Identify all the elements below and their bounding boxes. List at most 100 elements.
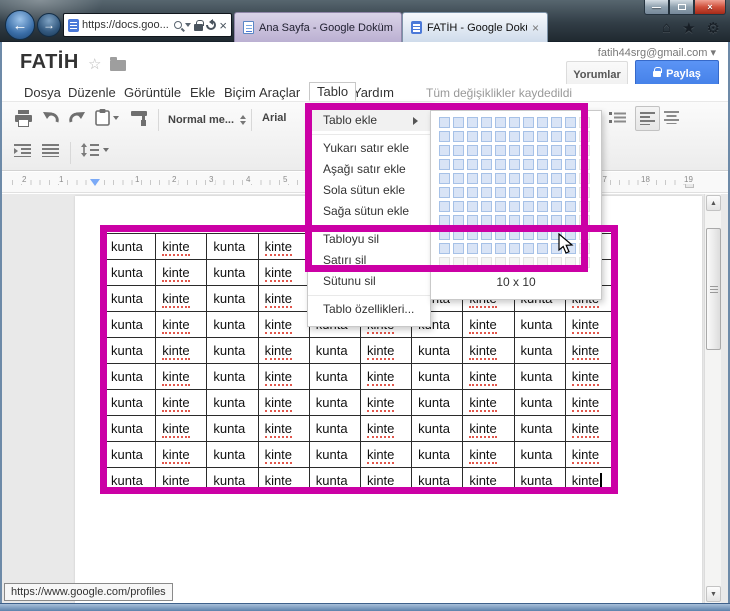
grid-cell[interactable] [537,243,548,254]
table-cell[interactable]: kinte [360,416,411,442]
justify-button[interactable] [42,144,59,157]
table-cell[interactable]: kinte [156,390,207,416]
table-cell[interactable]: kinte [258,286,309,312]
table-cell[interactable]: kunta [105,234,156,260]
table-cell[interactable]: kunta [207,416,258,442]
table-cell[interactable]: kunta [207,468,258,494]
document-title[interactable]: FATİH [20,51,79,74]
table-cell[interactable]: kunta [412,364,463,390]
grid-cell[interactable] [537,145,548,156]
grid-cell[interactable] [467,173,478,184]
table-cell[interactable]: kinte [156,286,207,312]
table-cell[interactable]: kinte [463,390,514,416]
menu-item-sa-a-s-tun-ekle[interactable]: Sağa sütun ekle [308,201,430,222]
grid-cell[interactable] [509,173,520,184]
table-cell[interactable]: kunta [207,286,258,312]
grid-cell[interactable] [579,215,590,226]
grid-cell[interactable] [453,159,464,170]
grid-cell[interactable] [523,145,534,156]
grid-cell[interactable] [579,229,590,240]
grid-cell[interactable] [537,257,548,268]
table-cell[interactable]: kinte [156,338,207,364]
grid-cell[interactable] [467,159,478,170]
table-cell[interactable]: kinte [463,442,514,468]
grid-cell[interactable] [453,187,464,198]
grid-cell[interactable] [495,145,506,156]
table-cell[interactable]: kinte [565,312,616,338]
grid-cell[interactable] [537,187,548,198]
table-cell[interactable]: kinte [156,442,207,468]
grid-cell[interactable] [481,131,492,142]
table-cell[interactable]: kunta [412,416,463,442]
grid-cell[interactable] [551,215,562,226]
grid-cell[interactable] [509,201,520,212]
grid-cell[interactable] [579,131,590,142]
grid-cell[interactable] [481,243,492,254]
table-cell[interactable]: kunta [514,312,565,338]
table-cell[interactable]: kinte [463,312,514,338]
menu-item-sola-s-tun-ekle[interactable]: Sola sütun ekle [308,180,430,201]
grid-cell[interactable] [495,131,506,142]
grid-cell[interactable] [509,159,520,170]
grid-cell[interactable] [481,159,492,170]
line-spacing-button[interactable] [81,143,109,157]
table-cell[interactable]: kinte [463,338,514,364]
grid-cell[interactable] [495,229,506,240]
grid-cell[interactable] [467,215,478,226]
grid-cell[interactable] [467,131,478,142]
menu-tablo[interactable]: Tablo [309,82,356,101]
table-cell[interactable]: kinte [565,390,616,416]
grid-cell[interactable] [439,229,450,240]
table-cell[interactable]: kinte [156,416,207,442]
menu-item-s-tunu-sil[interactable]: Sütunu sil [308,271,430,292]
table-cell[interactable]: kinte [565,468,616,494]
table-cell[interactable]: kinte [565,442,616,468]
grid-cell[interactable] [579,173,590,184]
vertical-scrollbar[interactable]: ▲ ▼ [704,194,721,603]
close-button[interactable]: × [694,0,726,15]
grid-cell[interactable] [551,145,562,156]
grid-cell[interactable] [509,117,520,128]
table-cell[interactable]: kinte [565,364,616,390]
undo-button[interactable] [42,109,60,125]
grid-cell[interactable] [537,131,548,142]
styles-selector[interactable]: Normal me... [168,112,246,128]
grid-cell[interactable] [467,257,478,268]
table-cell[interactable]: kinte [156,468,207,494]
scroll-up-button[interactable]: ▲ [706,195,721,211]
grid-cell[interactable] [551,201,562,212]
grid-cell[interactable] [453,131,464,142]
grid-cell[interactable] [565,173,576,184]
table-cell[interactable]: kunta [207,312,258,338]
maximize-button[interactable] [669,0,694,15]
table-cell[interactable]: kunta [514,416,565,442]
folder-icon[interactable] [110,60,126,71]
refresh-icon[interactable] [206,20,216,30]
table-cell[interactable]: kunta [105,442,156,468]
align-center-button[interactable] [664,111,679,124]
gear-icon[interactable]: ⚙ [707,19,720,37]
table-cell[interactable]: kunta [207,338,258,364]
grid-cell[interactable] [453,257,464,268]
table-cell[interactable]: kunta [309,416,360,442]
grid-cell[interactable] [523,117,534,128]
table-cell[interactable]: kinte [463,364,514,390]
grid-cell[interactable] [537,229,548,240]
grid-cell[interactable] [495,201,506,212]
grid-cell[interactable] [537,173,548,184]
table-cell[interactable]: kinte [463,416,514,442]
table-cell[interactable]: kinte [360,390,411,416]
table-cell[interactable]: kunta [309,468,360,494]
tab-ana-sayfa[interactable]: Ana Sayfa - Google Dokümanlar [234,12,402,42]
table-cell[interactable]: kunta [105,416,156,442]
grid-cell[interactable] [523,201,534,212]
grid-cell[interactable] [481,257,492,268]
font-selector[interactable]: Arial [262,112,286,124]
grid-cell[interactable] [495,173,506,184]
grid-cell[interactable] [439,159,450,170]
grid-cell[interactable] [537,117,548,128]
back-button[interactable]: ← [5,10,35,40]
table-cell[interactable]: kunta [105,312,156,338]
grid-cell[interactable] [467,145,478,156]
minimize-button[interactable]: — [644,0,669,15]
